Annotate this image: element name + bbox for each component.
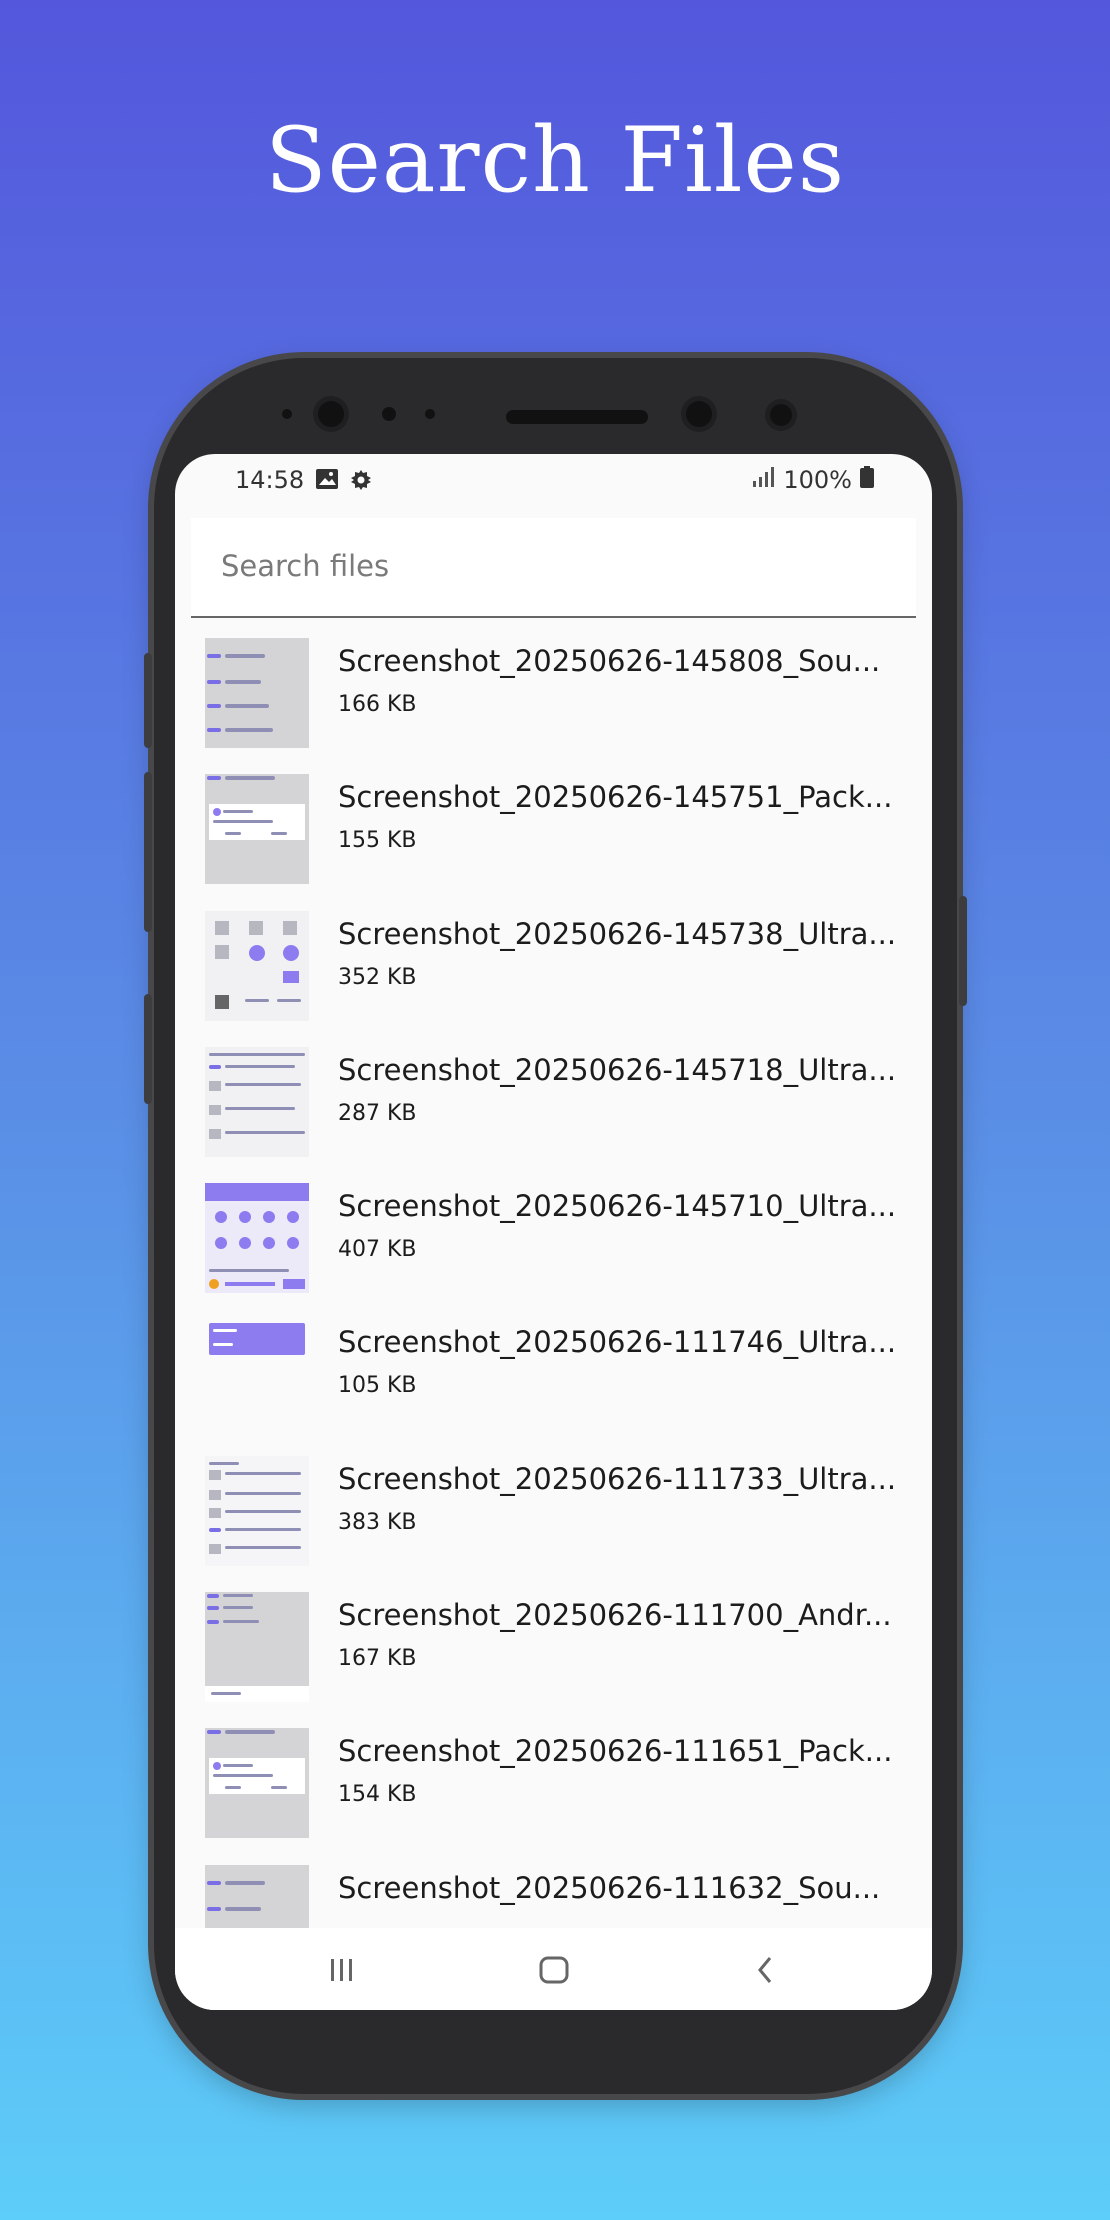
file-size: 154 KB [338,1782,417,1808]
battery-text: 100% [783,466,852,494]
status-bar: 14:58 100% [175,454,932,514]
file-size: 155 KB [338,828,417,854]
file-name: Screenshot_20250626-145751_Pack... [338,780,893,815]
file-thumbnail [205,1592,309,1703]
file-thumbnail [205,1183,309,1294]
earpiece-speaker [506,410,648,424]
back-icon[interactable] [735,1950,795,1990]
status-time: 14:58 [235,466,305,494]
sensor-icon [282,409,292,419]
search-box[interactable] [191,518,916,618]
page-headline: Search Files [264,108,846,213]
volume-button [144,653,152,748]
navigation-bar [175,1928,932,2010]
file-row[interactable]: Screenshot_20250626-145718_Ultra... 287 … [175,1043,932,1179]
front-camera-icon [318,401,344,427]
file-thumbnail [205,1046,309,1157]
power-button [959,896,967,1006]
signal-icon [751,466,775,494]
file-name: Screenshot_20250626-111746_Ultra... [338,1325,897,1360]
file-row[interactable]: Screenshot_20250626-111700_Andr... 167 K… [175,1588,932,1724]
file-thumbnail [205,910,309,1021]
file-name: Screenshot_20250626-111700_Andr... [338,1598,892,1633]
phone-screen: 14:58 100% Search files Screenshot_20250… [175,454,932,2010]
file-thumbnail [205,1728,309,1839]
sensor-icon [382,407,396,421]
camera-icon [770,404,792,426]
volume-up-button [144,772,152,932]
sensor-icon [425,409,435,419]
file-row[interactable]: Screenshot_20250626-111651_Pack... 154 K… [175,1724,932,1860]
file-size: 407 KB [338,1237,417,1263]
file-name: Screenshot_20250626-111733_Ultra... [338,1461,897,1496]
file-size: 166 KB [338,692,417,717]
file-row[interactable]: Screenshot_20250626-145751_Pack... 155 K… [175,770,932,906]
file-name: Screenshot_20250626-145738_Ultra... [338,916,897,951]
file-size: 105 KB [338,1373,417,1399]
gear-icon [349,468,373,496]
file-row[interactable]: Screenshot_20250626-145808_Sou... 166 KB [175,634,932,770]
file-thumbnail [205,1455,309,1566]
phone-frame: 14:58 100% Search files Screenshot_20250… [144,358,967,2094]
file-size: 287 KB [338,1100,417,1126]
file-name: Screenshot_20250626-145710_Ultra... [338,1189,897,1224]
file-row[interactable]: Screenshot_20250626-111746_Ultra... 105 … [175,1315,932,1451]
file-thumbnail [205,1319,309,1430]
file-size: 383 KB [338,1509,417,1535]
file-thumbnail [205,638,309,748]
file-row[interactable]: Screenshot_20250626-145738_Ultra... 352 … [175,907,932,1043]
file-name: Screenshot_20250626-111632_Sou... [338,1870,881,1905]
recent-apps-icon[interactable] [312,1950,372,1990]
home-icon[interactable] [524,1950,584,1990]
file-size: 352 KB [338,964,417,990]
file-row[interactable]: Screenshot_20250626-111733_Ultra... 383 … [175,1452,932,1588]
camera-icon [686,401,712,427]
file-name: Screenshot_20250626-145808_Sou... [338,644,881,678]
file-name: Screenshot_20250626-145718_Ultra... [338,1052,897,1087]
battery-icon [860,466,874,494]
file-list[interactable]: Screenshot_20250626-145808_Sou... 166 KB… [175,634,932,1974]
file-row[interactable]: Screenshot_20250626-145710_Ultra... 407 … [175,1179,932,1315]
file-size: 167 KB [338,1646,417,1672]
volume-down-button [144,994,152,1104]
file-thumbnail [205,774,309,885]
file-name: Screenshot_20250626-111651_Pack... [338,1734,893,1769]
image-icon [315,468,339,496]
search-input[interactable] [191,518,911,614]
